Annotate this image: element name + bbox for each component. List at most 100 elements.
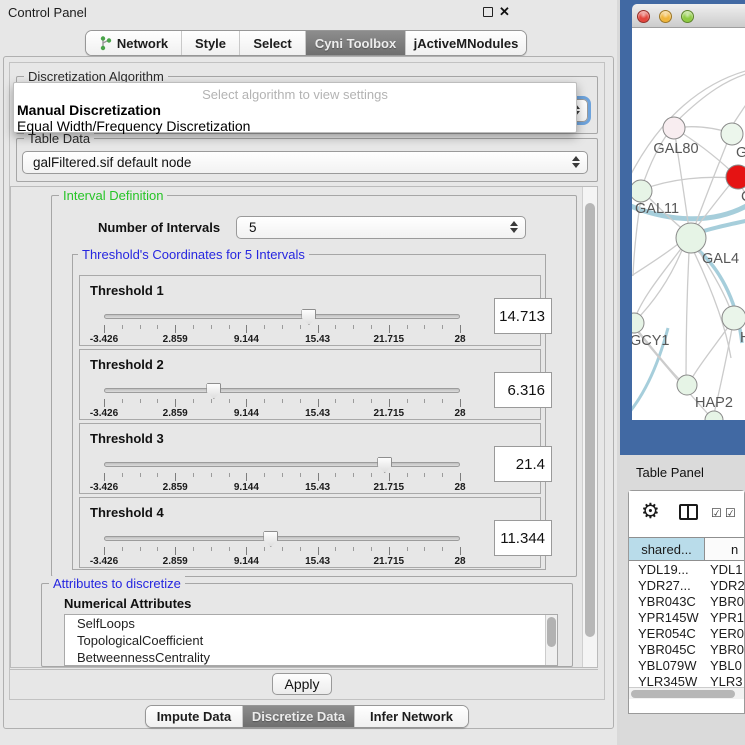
close-traffic-light[interactable] xyxy=(637,10,650,23)
checkbox-icon[interactable]: ☑ xyxy=(711,506,722,520)
slider-tick-labels: -3.4262.8599.14415.4321.71528 xyxy=(104,334,460,346)
table-row[interactable]: YBR043CYBR0 xyxy=(629,594,744,610)
list-scrollbar[interactable] xyxy=(545,615,557,665)
float-window-icon[interactable] xyxy=(483,7,493,17)
table-row[interactable]: YDR27...YDR2 xyxy=(629,578,744,594)
settings-scrollbar[interactable] xyxy=(582,187,597,667)
number-of-intervals-label: Number of Intervals xyxy=(98,220,220,235)
zoom-traffic-light[interactable] xyxy=(681,10,694,23)
tab-discretize-data[interactable]: Discretize Data xyxy=(243,706,355,727)
threshold-value-input[interactable] xyxy=(494,298,552,334)
cell-shared-name[interactable]: YER054C xyxy=(629,626,705,642)
close-icon[interactable]: ✕ xyxy=(499,4,510,20)
dropdown-option-manual-discretization[interactable]: Manual Discretization xyxy=(17,102,161,118)
cell-name[interactable]: YLR3 xyxy=(705,674,744,686)
table-hscrollbar[interactable] xyxy=(629,687,744,699)
dropdown-option-equal-width-frequency[interactable]: Equal Width/Frequency Discretization xyxy=(17,118,250,134)
tick-mark xyxy=(282,473,283,477)
network-node[interactable] xyxy=(726,165,745,189)
attribute-list-item[interactable]: TopologicalCoefficient xyxy=(65,632,557,649)
network-node[interactable] xyxy=(721,123,743,145)
tab-cyni-toolbox[interactable]: Cyni Toolbox xyxy=(306,31,406,55)
gear-icon[interactable]: ⚙ xyxy=(641,499,660,524)
tick-mark xyxy=(211,547,212,551)
cell-name[interactable]: YBR0 xyxy=(705,594,744,610)
tick-mark xyxy=(211,473,212,477)
slider-thumb[interactable] xyxy=(206,383,221,399)
attribute-list-item[interactable]: SelfLoops xyxy=(65,615,557,632)
table-header: shared... n xyxy=(629,537,744,561)
window-title: Control Panel xyxy=(8,5,87,20)
apply-button[interactable]: Apply xyxy=(272,673,332,695)
minimize-traffic-light[interactable] xyxy=(659,10,672,23)
column-header-name[interactable]: n xyxy=(705,538,744,560)
network-canvas-svg: GAL80GCGAL11GAL4GCY1HHAP2 xyxy=(632,28,745,420)
number-of-intervals-spinner[interactable]: 5 xyxy=(236,216,526,239)
attribute-list-item[interactable]: BetweennessCentrality xyxy=(65,649,557,666)
tick-mark xyxy=(282,325,283,329)
cell-name[interactable]: YDL1 xyxy=(705,562,744,578)
slider-track[interactable] xyxy=(104,314,460,319)
threshold-panel: Threshold 1-3.4262.8599.14415.4321.71528 xyxy=(79,275,541,346)
cell-name[interactable]: YBR0 xyxy=(705,642,744,658)
threshold-value-input[interactable] xyxy=(494,446,552,482)
table-row[interactable]: YPR145WYPR1 xyxy=(629,610,744,626)
tab-style[interactable]: Style xyxy=(182,31,240,55)
threshold-slider[interactable]: -3.4262.8599.14415.4321.71528 xyxy=(104,384,460,420)
checkbox-icon[interactable]: ☑ xyxy=(725,506,736,520)
network-node[interactable] xyxy=(632,313,644,333)
tab-infer-network[interactable]: Infer Network xyxy=(355,706,468,727)
columns-icon[interactable] xyxy=(679,504,698,520)
cell-shared-name[interactable]: YDR27... xyxy=(629,578,705,594)
threshold-value-input[interactable] xyxy=(494,372,552,408)
table-row[interactable]: YER054CYER0 xyxy=(629,626,744,642)
combo-arrows-icon xyxy=(572,156,580,168)
scrollbar-thumb[interactable] xyxy=(547,617,556,647)
tick-mark xyxy=(407,547,408,551)
cell-shared-name[interactable]: YBR045C xyxy=(629,642,705,658)
network-node[interactable] xyxy=(676,223,706,253)
network-canvas[interactable]: GAL80GCGAL11GAL4GCY1HHAP2 xyxy=(632,28,745,420)
table-row[interactable]: YBR045CYBR0 xyxy=(629,642,744,658)
slider-thumb[interactable] xyxy=(301,309,316,325)
network-node[interactable] xyxy=(632,180,652,202)
slider-track[interactable] xyxy=(104,536,460,541)
cell-name[interactable]: YER0 xyxy=(705,626,744,642)
table-row[interactable]: YLR345WYLR3 xyxy=(629,674,744,686)
network-node[interactable] xyxy=(722,306,745,330)
tab-select[interactable]: Select xyxy=(240,31,306,55)
tick-mark xyxy=(371,473,372,477)
cell-shared-name[interactable]: YLR345W xyxy=(629,674,705,686)
slider-thumb[interactable] xyxy=(377,457,392,473)
table-row[interactable]: YBL079WYBL0 xyxy=(629,658,744,674)
threshold-slider[interactable]: -3.4262.8599.14415.4321.71528 xyxy=(104,310,460,346)
slider-ticks xyxy=(104,547,460,556)
cell-name[interactable]: YBL0 xyxy=(705,658,744,674)
cell-shared-name[interactable]: YBR043C xyxy=(629,594,705,610)
scrollbar-thumb[interactable] xyxy=(585,203,595,637)
threshold-slider[interactable]: -3.4262.8599.14415.4321.71528 xyxy=(104,458,460,494)
table-data-combobox[interactable]: galFiltered.sif default node xyxy=(22,151,588,174)
cell-shared-name[interactable]: YBL079W xyxy=(629,658,705,674)
cell-shared-name[interactable]: YPR145W xyxy=(629,610,705,626)
cell-name[interactable]: YDR2 xyxy=(705,578,744,594)
tick-mark xyxy=(229,325,230,329)
scrollbar-thumb[interactable] xyxy=(631,690,735,698)
tab-jactivemnodules[interactable]: jActiveMNodules xyxy=(406,31,526,55)
column-header-shared-name[interactable]: shared... xyxy=(629,538,705,560)
network-node[interactable] xyxy=(677,375,697,395)
interval-definition-group: Interval Definition Number of Intervals … xyxy=(51,195,577,577)
slider-thumb[interactable] xyxy=(263,531,278,547)
network-node[interactable] xyxy=(663,117,685,139)
threshold-slider[interactable]: -3.4262.8599.14415.4321.71528 xyxy=(104,532,460,568)
slider-track[interactable] xyxy=(104,462,460,467)
tab-impute-data[interactable]: Impute Data xyxy=(146,706,243,727)
table-row[interactable]: YDL19...YDL1 xyxy=(629,562,744,578)
network-node[interactable] xyxy=(705,411,723,420)
tab-label: Discretize Data xyxy=(252,709,345,724)
cell-shared-name[interactable]: YDL19... xyxy=(629,562,705,578)
cell-name[interactable]: YPR1 xyxy=(705,610,744,626)
tab-network[interactable]: Network xyxy=(86,31,182,55)
threshold-value-input[interactable] xyxy=(494,520,552,556)
slider-track[interactable] xyxy=(104,388,460,393)
